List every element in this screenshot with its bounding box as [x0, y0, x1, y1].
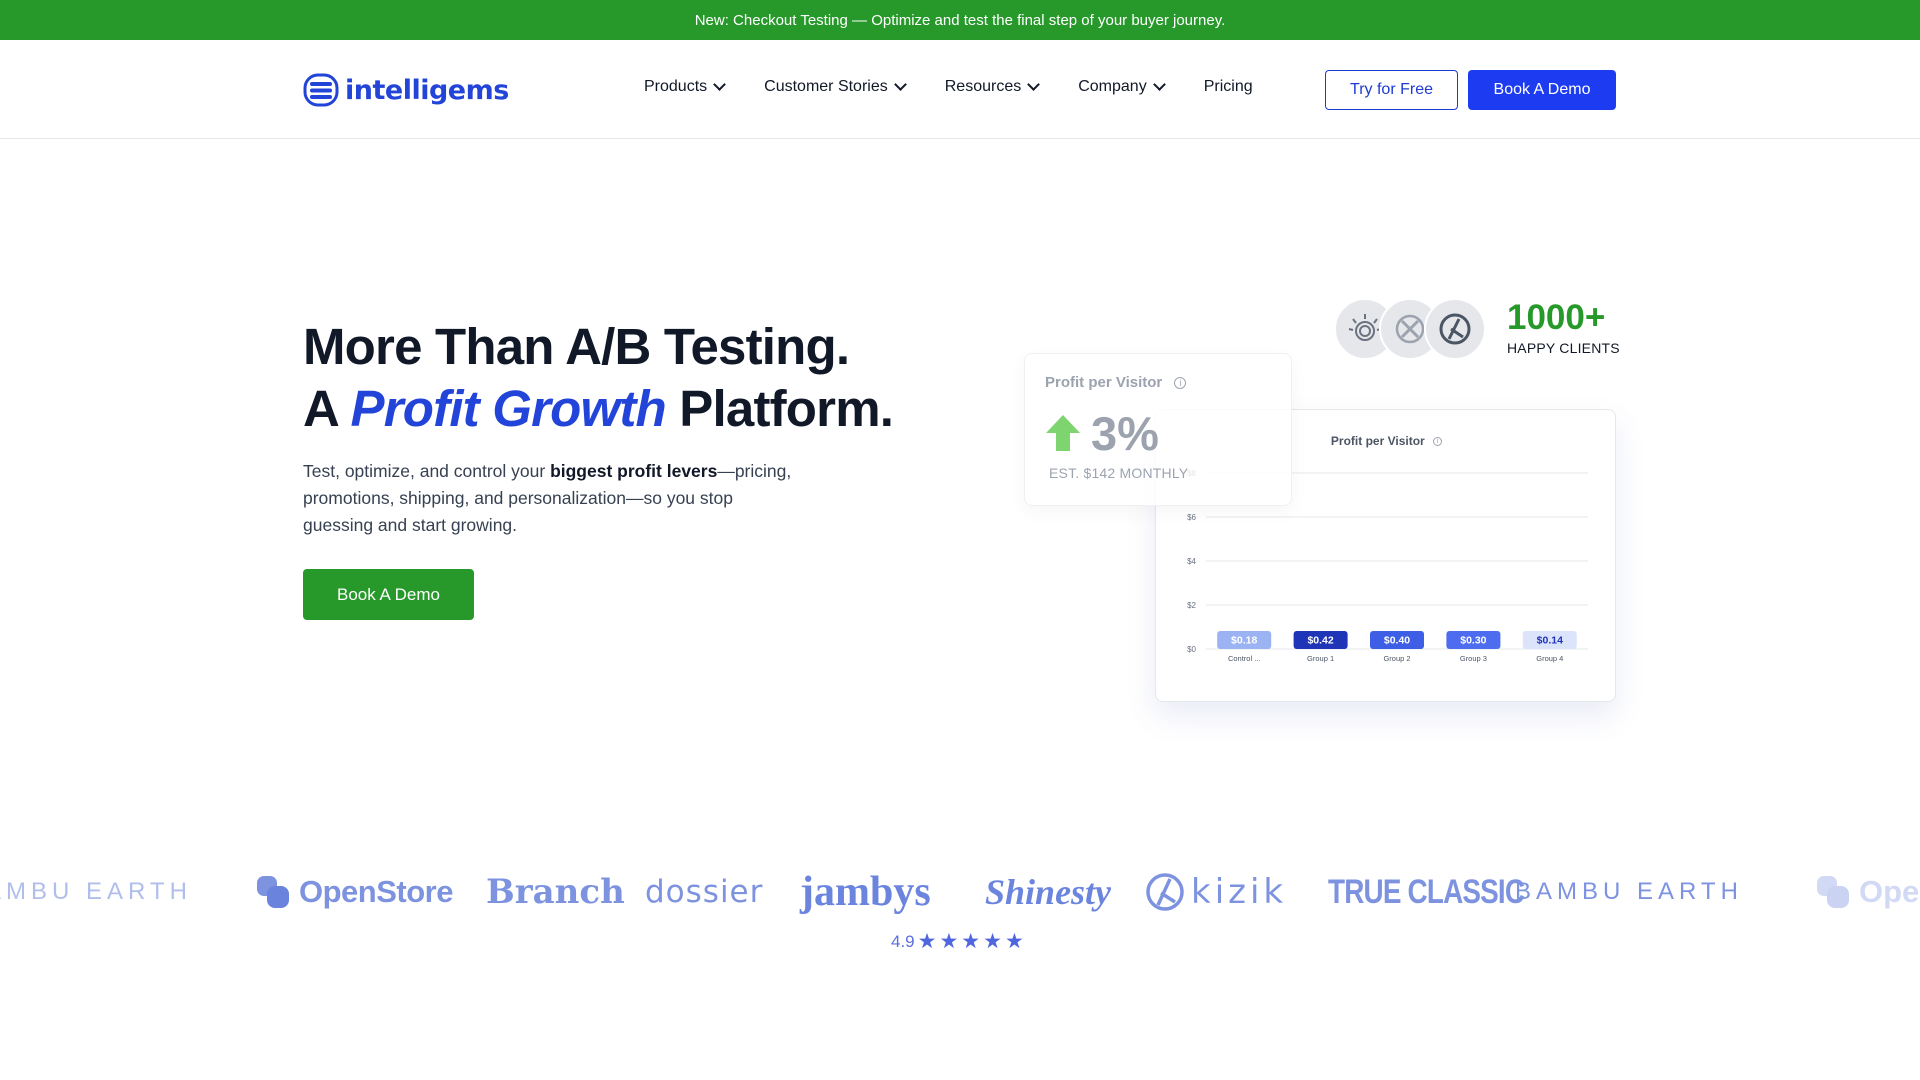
main-nav: Products Customer Stories Resources Comp… — [644, 78, 1253, 96]
hero-title-line2-post: Platform. — [665, 380, 894, 437]
openstore-logo-text: OpenStore — [1859, 874, 1920, 909]
nav-item-pricing[interactable]: Pricing — [1204, 78, 1253, 96]
shinesty-logo-text: Shinesty — [985, 872, 1112, 912]
star-icon: ★ — [939, 930, 959, 953]
chevron-down-icon — [713, 78, 727, 91]
branch-logo-text: Branch — [486, 872, 625, 912]
rating: 4.9 ★ ★ ★ ★ ★ — [891, 930, 1024, 953]
dossier-logo: dossier — [645, 862, 763, 922]
try-for-free-button[interactable]: Try for Free — [1325, 70, 1458, 110]
client-avatar-kizik-icon — [1424, 298, 1486, 360]
hero-subtitle: Test, optimize, and control your biggest… — [303, 458, 793, 539]
openstore-mark-icon — [1817, 876, 1849, 908]
kizik-logo-icon — [1439, 313, 1471, 345]
bambu-earth-logo-repeat: BAMBU EARTH — [1515, 862, 1743, 922]
nav-label: Resources — [944, 78, 1022, 95]
kizik-logo: kizik — [1145, 862, 1287, 922]
sun-logo-icon — [1348, 314, 1382, 341]
info-icon[interactable]: i — [1174, 377, 1187, 390]
hero-title-line2-pre: A — [303, 380, 351, 437]
announcement-bar[interactable]: New: Checkout Testing — Optimize and tes… — [0, 0, 1920, 40]
profit-lift-value: 3% — [1091, 407, 1159, 460]
star-icon: ★ — [1004, 930, 1024, 953]
bambu-earth-logo-text: BAMBU EARTH — [1515, 878, 1743, 905]
chevron-down-icon — [1027, 78, 1041, 91]
openstore-mark-icon — [257, 876, 289, 908]
true-classic-logo-text: TRUE CLASSIC — [1328, 872, 1525, 911]
jambys-logo: jambys — [800, 862, 931, 922]
nav-item-resources[interactable]: Resources — [944, 78, 1041, 96]
chevron-down-icon — [893, 78, 907, 91]
y-tick-label: $2 — [1187, 601, 1196, 610]
x-tick-label: Group 3 — [1460, 654, 1487, 663]
nav-label: Customer Stories — [764, 78, 888, 95]
bar-value-label: $0.42 — [1307, 635, 1333, 647]
bambu-earth-logo-text: BAMBU EARTH — [0, 878, 192, 905]
x-tick-label: Group 1 — [1307, 654, 1334, 663]
nav-item-products[interactable]: Products — [644, 78, 727, 96]
site-header: intelligems Products Customer Stories Re… — [0, 40, 1920, 139]
openstore-logo: OpenStore — [255, 862, 453, 922]
chevron-down-icon — [1152, 78, 1166, 91]
customer-logos-strip: BAMBU EARTH OpenStore Branch dossier jam… — [0, 862, 1920, 922]
intelligems-logo[interactable]: intelligems — [303, 72, 509, 108]
cross-circle-logo-icon — [1395, 314, 1425, 344]
bambu-earth-logo: BAMBU EARTH — [0, 862, 192, 922]
rating-score: 4.9 — [891, 932, 915, 951]
up-arrow-icon — [1046, 415, 1080, 451]
nav-label: Products — [644, 78, 708, 95]
jambys-logo-text: jambys — [800, 869, 931, 915]
kizik-mark-icon — [1146, 873, 1184, 911]
profit-per-visitor-card: Profit per Visitor i 3% EST. $142 MONTHL… — [1024, 353, 1292, 506]
y-tick-label: $0 — [1187, 645, 1196, 654]
bar-value-label: $0.18 — [1231, 635, 1257, 647]
happy-clients-label: HAPPY CLIENTS — [1507, 340, 1620, 356]
nav-item-company[interactable]: Company — [1078, 78, 1166, 96]
openstore-logo-repeat: OpenStore — [1815, 862, 1920, 922]
hero-title-accent: Profit Growth — [350, 380, 667, 437]
book-demo-hero-button[interactable]: Book A Demo — [303, 569, 474, 620]
y-tick-label: $6 — [1187, 513, 1196, 522]
intelligems-logo-icon — [303, 73, 339, 107]
x-tick-label: Group 2 — [1383, 654, 1410, 663]
hero-title: More Than A/B Testing. A Profit Growth P… — [303, 316, 894, 440]
shinesty-logo: Shinesty — [985, 862, 1111, 922]
announcement-text[interactable]: New: Checkout Testing — Optimize and tes… — [695, 12, 1226, 29]
bar-value-label: $0.40 — [1384, 635, 1410, 647]
bar-value-label: $0.14 — [1537, 635, 1563, 647]
true-classic-logo: TRUE CLASSIC — [1328, 862, 1525, 922]
nav-label: Pricing — [1203, 78, 1253, 95]
client-avatars — [1334, 298, 1486, 360]
happy-clients-count: 1000+ — [1507, 298, 1606, 337]
star-icon: ★ — [917, 930, 937, 953]
x-tick-label: Group 4 — [1536, 654, 1563, 663]
kizik-logo-text: kizik — [1191, 872, 1288, 912]
hero-title-line1: More Than A/B Testing. — [303, 318, 850, 375]
profit-estimate: EST. $142 MONTHLY — [1049, 465, 1189, 481]
profit-card-label: Profit per Visitor i — [1045, 374, 1187, 391]
x-tick-label: Control ... — [1228, 654, 1261, 663]
profit-card-label-text: Profit per Visitor — [1045, 374, 1163, 391]
nav-label: Company — [1078, 78, 1147, 95]
star-icon: ★ — [961, 930, 981, 953]
dossier-logo-text: dossier — [645, 874, 764, 910]
openstore-logo-text: OpenStore — [299, 874, 453, 909]
star-icon: ★ — [983, 930, 1002, 953]
hero-subtitle-bold: biggest profit levers — [550, 461, 718, 481]
branch-logo: Branch — [486, 862, 625, 922]
hero-subtitle-pre: Test, optimize, and control your — [303, 461, 551, 481]
y-tick-label: $4 — [1187, 557, 1196, 566]
logo-wordmark: intelligems — [345, 74, 509, 106]
book-demo-header-button[interactable]: Book A Demo — [1468, 70, 1616, 110]
bar-value-label: $0.30 — [1460, 635, 1486, 647]
nav-item-customer-stories[interactable]: Customer Stories — [764, 78, 907, 96]
